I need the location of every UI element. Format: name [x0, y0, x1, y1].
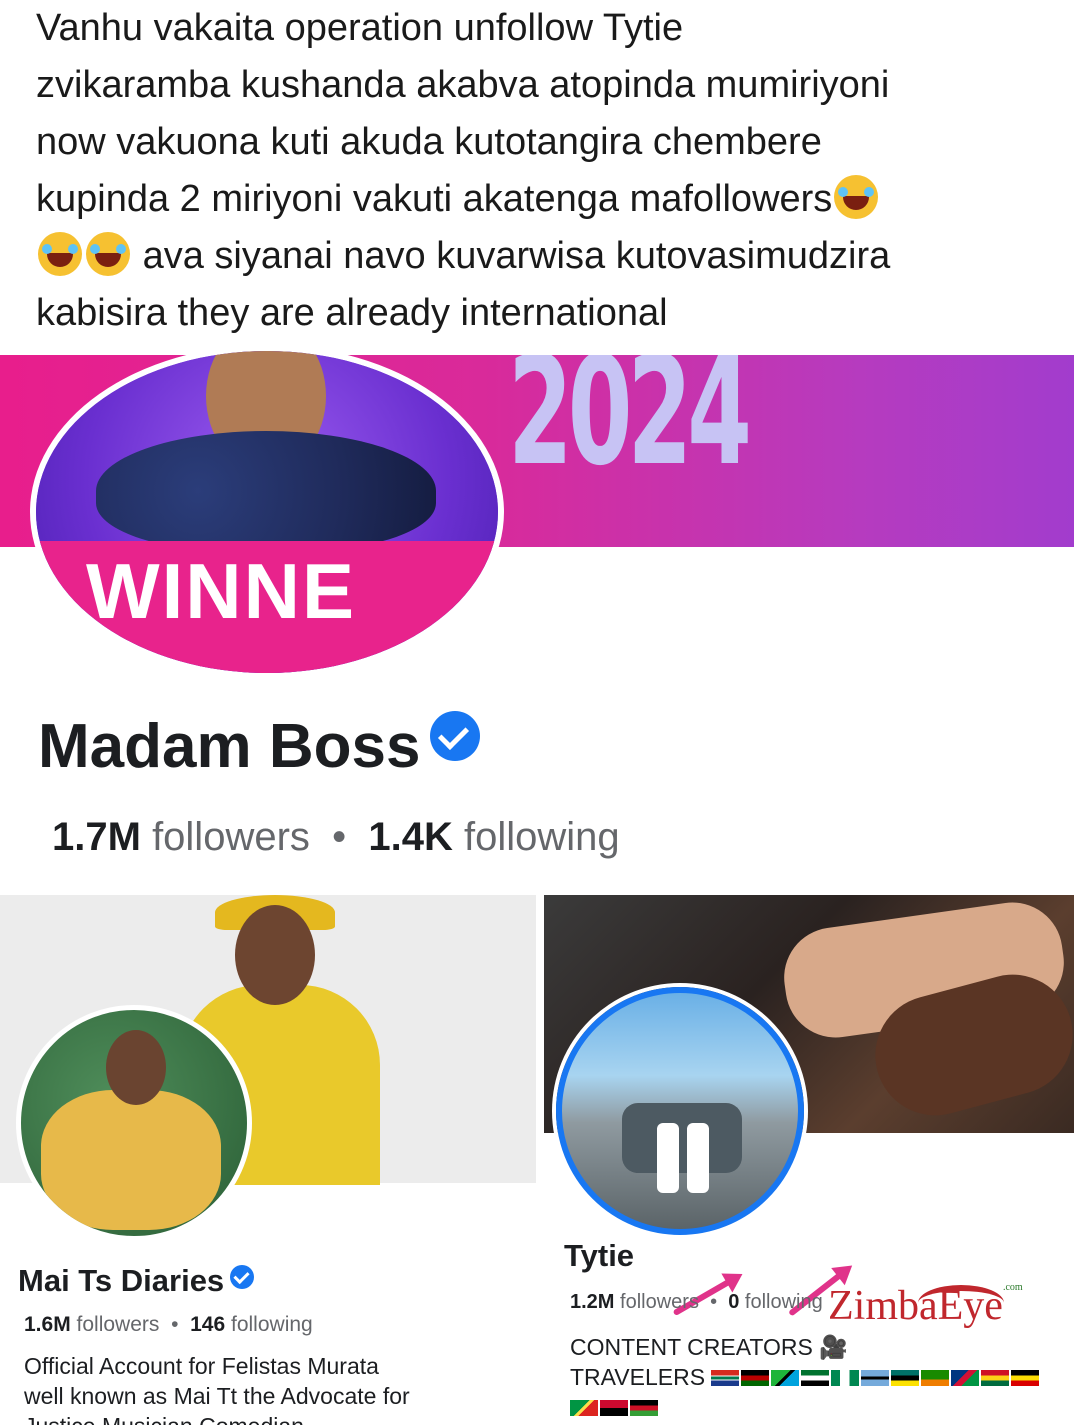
following-label[interactable]: following: [745, 1291, 823, 1313]
followers-count[interactable]: 1.7M: [52, 815, 141, 859]
laughing-emoji-icon: [38, 232, 82, 276]
separator: •: [171, 1313, 179, 1336]
following-count[interactable]: 146: [190, 1313, 225, 1336]
watermark-logo: ZimbaEye.com: [828, 1282, 1023, 1329]
avatar-banner-text: WINNE: [86, 547, 356, 635]
post-caption: Vanhu vakaita operation unfollow Tytie z…: [36, 0, 1046, 342]
followers-count[interactable]: 1.2M: [570, 1291, 614, 1313]
flag-icon: [861, 1370, 890, 1386]
bio-line: Official Account for Felistas Murata: [24, 1353, 379, 1379]
separator: •: [332, 815, 347, 859]
bio-line: Justice Musician Comedian: [24, 1411, 524, 1425]
mai-ts-diaries-profile-screenshot: Mai Ts Diaries 1.6M followers • 146 foll…: [0, 895, 536, 1425]
flag-icon: [951, 1370, 980, 1386]
bio-line: TRAVELERS: [570, 1362, 1070, 1392]
followers-label[interactable]: followers: [620, 1291, 699, 1313]
following-count[interactable]: 1.4K: [368, 815, 453, 859]
flag-icon: [771, 1370, 800, 1386]
madam-boss-profile-screenshot: 2024 WINNE Madam Boss 1.7M followers • 1…: [0, 345, 1074, 885]
separator: •: [710, 1291, 718, 1313]
caption-line: zvikaramba kushanda akabva atopinda mumi…: [36, 64, 890, 106]
profile-bio: Official Account for Felistas Murata wel…: [24, 1351, 524, 1425]
flag-icon: [630, 1400, 658, 1416]
bio-line: well known as Mai Tt the Advocate for: [24, 1383, 410, 1409]
profile-stats: 1.6M followers • 146 following: [24, 1313, 313, 1337]
profile-name[interactable]: Tytie: [564, 1238, 634, 1274]
bio-line: CONTENT CREATORS 🎥: [570, 1334, 848, 1360]
flag-icon: [801, 1370, 830, 1386]
profile-avatar[interactable]: [16, 1005, 252, 1241]
video-camera-icon: 🎥: [819, 1334, 848, 1360]
flag-icon: [921, 1370, 950, 1386]
caption-line: kupinda 2 miriyoni vakuti akatenga mafol…: [36, 171, 1046, 228]
tytie-profile-screenshot: Tytie 1.2M followers • 0 following CONTE…: [544, 895, 1074, 1425]
following-label[interactable]: following: [464, 815, 620, 859]
followers-count[interactable]: 1.6M: [24, 1313, 71, 1336]
caption-line: Vanhu vakaita operation unfollow Tytie: [36, 7, 684, 49]
profile-name[interactable]: Madam Boss: [38, 711, 481, 782]
cover-year-text: 2024: [508, 355, 752, 499]
verified-badge-icon: [430, 711, 481, 761]
following-label[interactable]: following: [231, 1313, 313, 1336]
profile-avatar[interactable]: [556, 987, 804, 1235]
followers-label[interactable]: followers: [152, 815, 310, 859]
profile-stats: 1.7M followers • 1.4K following: [52, 815, 620, 860]
flag-icon: [831, 1370, 860, 1386]
flag-icon: [891, 1370, 920, 1386]
following-count[interactable]: 0: [728, 1291, 739, 1313]
caption-line: now vakuona kuti akuda kutotangira chemb…: [36, 121, 822, 163]
profile-bio: CONTENT CREATORS 🎥 TRAVELERS: [570, 1332, 1070, 1422]
verified-badge-icon: [230, 1265, 255, 1289]
flag-icon: [600, 1400, 628, 1416]
flag-icon: [741, 1370, 770, 1386]
profile-name[interactable]: Mai Ts Diaries: [18, 1263, 255, 1299]
bio-line: [570, 1392, 1070, 1422]
caption-line: kabisira they are already international: [36, 292, 668, 334]
flag-icon: [570, 1400, 598, 1416]
flag-icon: [711, 1370, 740, 1386]
laughing-emoji-icon: [86, 232, 130, 276]
profile-avatar[interactable]: WINNE: [30, 345, 504, 679]
followers-label[interactable]: followers: [77, 1313, 160, 1336]
flag-icon: [1011, 1370, 1040, 1386]
profile-stats: 1.2M followers • 0 following: [570, 1291, 823, 1314]
laughing-emoji-icon: [834, 175, 879, 219]
flag-icon: [981, 1370, 1010, 1386]
caption-line: ava siyanai navo kuvarwisa kutovasimudzi…: [36, 228, 1046, 285]
